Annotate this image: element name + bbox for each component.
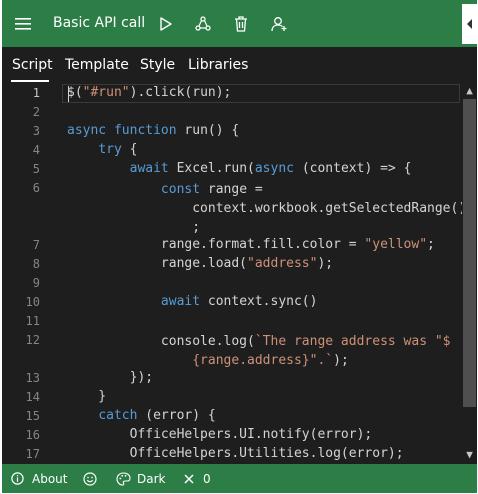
- code-line[interactable]: }: [67, 389, 106, 404]
- line-number: 2: [32, 105, 40, 119]
- line-number: 6: [32, 181, 40, 195]
- status-bar: About Dark 0: [2, 464, 477, 493]
- palette-icon: [116, 471, 131, 486]
- code-line[interactable]: await context.sync(): [67, 294, 318, 309]
- theme-label: Dark: [137, 471, 166, 486]
- line-number: 13: [25, 371, 40, 385]
- code-line[interactable]: catch (error) {: [67, 408, 215, 423]
- code-line[interactable]: try {: [67, 142, 137, 157]
- error-icon: [184, 473, 194, 484]
- line-number: 17: [25, 447, 40, 461]
- tab-script[interactable]: Script: [12, 47, 53, 83]
- tab-style[interactable]: Style: [140, 47, 175, 83]
- account-icon[interactable]: [264, 0, 294, 47]
- chevron-left-icon: [466, 19, 472, 29]
- code-line[interactable]: range.format.fill.color = "yellow";: [67, 237, 435, 252]
- code-line[interactable]: const range = context.workbook.getSelect…: [67, 180, 466, 237]
- run-icon[interactable]: [151, 0, 181, 47]
- about-button[interactable]: About: [11, 464, 67, 493]
- editor-tabs: Script Template Style Libraries: [2, 47, 477, 83]
- line-number: 14: [25, 390, 40, 404]
- line-number: 15: [25, 409, 40, 423]
- delete-icon[interactable]: [226, 0, 256, 47]
- collapse-toggle-button[interactable]: [462, 4, 477, 44]
- code-line[interactable]: });: [67, 370, 153, 385]
- code-line[interactable]: console.log(`The range address was "$ {r…: [67, 332, 451, 370]
- hamburger-menu-icon[interactable]: [8, 0, 38, 47]
- tab-libraries[interactable]: Libraries: [188, 47, 248, 83]
- line-number: 4: [32, 143, 40, 157]
- info-icon: [11, 472, 24, 485]
- line-number: 3: [32, 124, 40, 138]
- line-number: 1: [32, 86, 40, 100]
- vertical-scrollbar[interactable]: ▲ ▼: [462, 83, 477, 464]
- share-icon[interactable]: [188, 0, 218, 47]
- smiley-feedback-icon: [83, 471, 97, 486]
- code-line[interactable]: OfficeHelpers.UI.notify(error);: [67, 427, 373, 442]
- line-number: 11: [25, 314, 40, 328]
- error-count: 0: [203, 471, 211, 486]
- line-number: 5: [32, 162, 40, 176]
- theme-button[interactable]: Dark: [116, 464, 165, 493]
- code-line[interactable]: OfficeHelpers.Utilities.log(error);: [67, 446, 404, 461]
- header-bar: Basic API call: [2, 0, 477, 47]
- script-lab-window: Basic API call Script Template Style Lib…: [2, 0, 477, 493]
- line-number: 9: [32, 276, 40, 290]
- code-line[interactable]: range.load("address");: [67, 256, 333, 271]
- scrollbar-thumb[interactable]: [463, 99, 476, 407]
- selected-tab-indicator: [11, 80, 49, 82]
- line-number: 7: [32, 238, 40, 252]
- scroll-up-icon[interactable]: ▲: [464, 85, 475, 97]
- snippet-title[interactable]: Basic API call: [53, 0, 145, 47]
- scroll-down-icon[interactable]: ▼: [464, 449, 475, 461]
- feedback-button[interactable]: [83, 464, 97, 493]
- line-number: 12: [25, 333, 40, 347]
- about-label: About: [32, 471, 68, 486]
- errors-button[interactable]: 0: [183, 464, 211, 493]
- code-line[interactable]: async function run() {: [67, 123, 239, 138]
- line-number: 8: [32, 257, 40, 271]
- code-line[interactable]: $("#run").click(run);: [67, 85, 231, 100]
- line-number: 16: [25, 428, 40, 442]
- code-editor[interactable]: 1 2 3 4 5 6 7 8 9 10 11 12 13 14 15 16 1…: [2, 83, 477, 464]
- code-line[interactable]: await Excel.run(async (context) => {: [67, 161, 412, 176]
- tab-template[interactable]: Template: [65, 47, 129, 83]
- line-number: 10: [25, 295, 40, 309]
